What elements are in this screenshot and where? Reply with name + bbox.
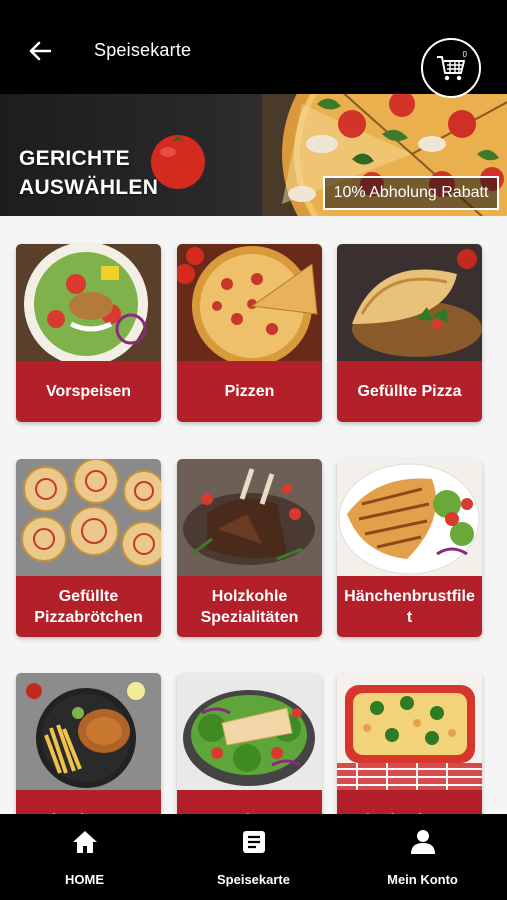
back-button[interactable] <box>22 34 58 68</box>
category-label: Pizzen <box>177 361 322 422</box>
category-card-salate[interactable]: Salate <box>177 673 322 814</box>
nav-speisekarte-label: Speisekarte <box>217 872 290 887</box>
banner-title-line2: AUSWÄHLEN <box>19 176 159 199</box>
salad-plate-image <box>16 244 161 361</box>
category-card-pizzen[interactable]: Pizzen <box>177 244 322 422</box>
pizza-image <box>177 244 322 361</box>
shopping-cart-icon <box>437 56 465 81</box>
cart-button[interactable]: 0 <box>421 38 481 98</box>
category-card-gefuellte-pizza[interactable]: Gefüllte Pizza <box>337 244 482 422</box>
nav-home[interactable]: HOME <box>0 814 169 900</box>
category-label: Salate <box>177 790 322 814</box>
cart-count-badge: 0 <box>462 50 467 59</box>
nav-speisekarte[interactable]: Speisekarte <box>169 814 338 900</box>
category-grid: Vorspeisen Pizzen Gefüllte Pizza Gefüllt… <box>0 216 507 814</box>
app-screen: Speisekarte 0 GERICHTE AUSWÄHLEN 10% Abh… <box>0 0 507 900</box>
category-label: Gefüllte Pizza <box>337 361 482 422</box>
category-card-holzkohle[interactable]: Holzkohle Spezialitäten <box>177 459 322 637</box>
chicken-breast-image <box>337 459 482 576</box>
menu-list-icon <box>242 831 265 853</box>
category-card-ueberbackenes[interactable]: überbackenes <box>337 673 482 814</box>
page-title: Speisekarte <box>94 40 192 60</box>
home-icon <box>72 831 97 853</box>
pizza-rolls-image <box>16 459 161 576</box>
grilled-ribs-image <box>177 459 322 576</box>
category-card-haehnchen-vom[interactable]: Hähnchen vom <box>16 673 161 814</box>
nav-mein-konto-label: Mein Konto <box>387 872 458 887</box>
category-label: Holzkohle Spezialitäten <box>177 576 322 637</box>
gratin-dish-image <box>337 673 482 790</box>
bottom-navigation: HOME Speisekarte Mein Konto <box>0 814 507 900</box>
category-label: Hähnchen vom <box>16 790 161 814</box>
roast-chicken-fries-image <box>16 673 161 790</box>
category-label: Vorspeisen <box>16 361 161 422</box>
category-label: Hänchenbrustfilet <box>337 576 482 637</box>
nav-home-label: HOME <box>65 872 104 887</box>
arrow-left-icon <box>29 41 51 61</box>
calzone-image <box>337 244 482 361</box>
banner-title: GERICHTE AUSWÄHLEN <box>19 144 158 202</box>
banner-title-line1: GERICHTE <box>19 147 130 170</box>
category-card-haenchenbrustfilet[interactable]: Hänchenbrustfilet <box>337 459 482 637</box>
discount-badge: 10% Abholung Rabatt <box>323 176 499 210</box>
chicken-salad-image <box>177 673 322 790</box>
user-icon <box>410 830 435 854</box>
category-card-vorspeisen[interactable]: Vorspeisen <box>16 244 161 422</box>
category-label: Gefüllte Pizzabrötchen <box>16 576 161 637</box>
category-card-gefuellte-pizzabroetchen[interactable]: Gefüllte Pizzabrötchen <box>16 459 161 637</box>
category-label: überbackenes <box>337 790 482 814</box>
nav-mein-konto[interactable]: Mein Konto <box>338 814 507 900</box>
